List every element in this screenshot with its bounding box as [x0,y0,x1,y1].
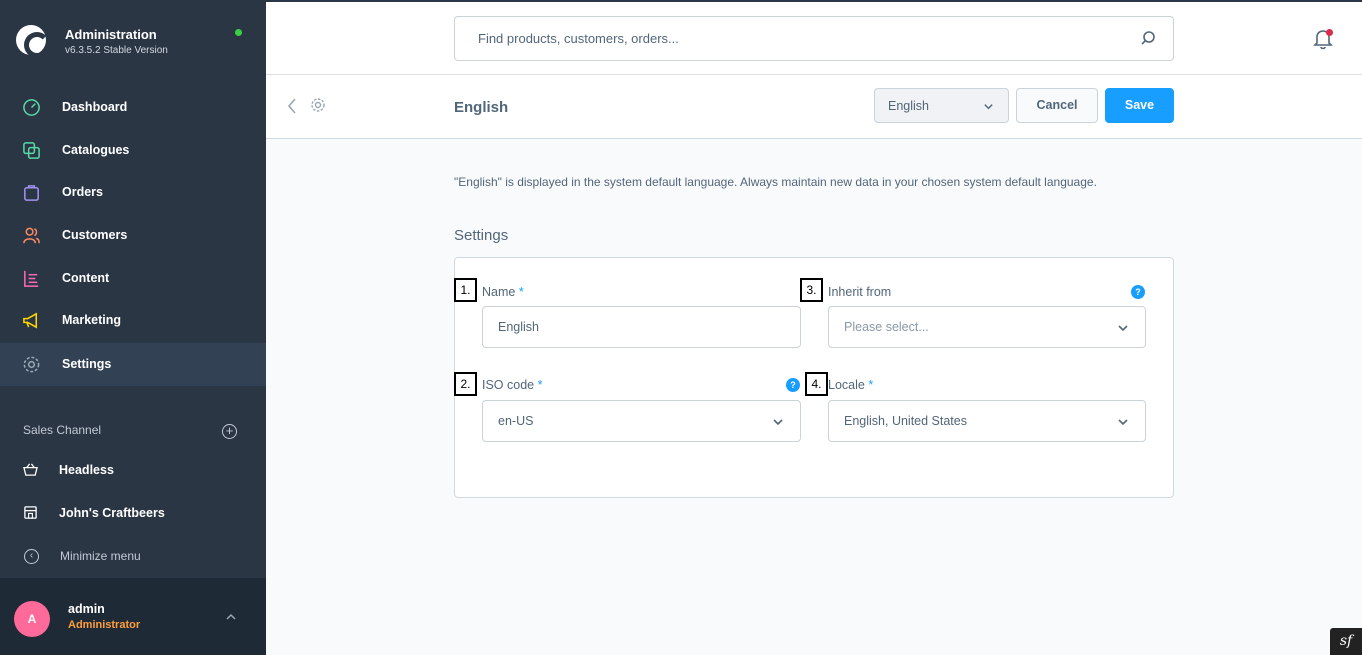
sidebar-item-headless[interactable]: Headless [0,450,266,490]
annotation-marker-4: 4. [805,372,828,396]
status-indicator [235,29,242,36]
sidebar-item-label: Catalogues [62,143,130,157]
page-title: English [454,99,509,116]
sidebar-item-label: Dashboard [62,100,128,114]
search-icon[interactable] [1140,30,1156,46]
iso-code-select[interactable]: en-US [482,400,801,442]
name-field[interactable]: English [482,306,801,348]
sidebar-item-label: Settings [62,357,112,371]
gear-icon [311,98,325,112]
user-menu[interactable]: A admin Administrator [0,578,266,655]
search-input[interactable]: Find products, customers, orders... [454,16,1174,61]
minimize-menu-label: Minimize menu [60,549,141,563]
marketing-icon [23,312,38,329]
required-marker: * [518,285,524,299]
chevron-down-icon [984,104,993,110]
sidebar-item-label: Marketing [62,313,122,327]
sidebar-item-label: Content [62,271,110,285]
language-switch-select[interactable]: English [874,88,1009,123]
required-marker: * [868,378,874,392]
language-switch-value: English [888,99,929,113]
chevron-down-icon [773,419,783,426]
locale-select[interactable]: English, United States [828,400,1146,442]
save-button[interactable]: Save [1105,88,1174,123]
sidebar-item-marketing[interactable]: Marketing [0,299,266,342]
chevron-up-icon[interactable] [226,612,236,622]
help-icon[interactable]: ? [1131,285,1145,299]
iso-code-label-text: ISO code [482,378,535,392]
sidebar-item-catalogues[interactable]: Catalogues [0,129,266,172]
brand-title: Administration [65,27,157,42]
name-label: Name * [482,285,524,299]
help-icon[interactable]: ? [786,378,800,392]
chevron-down-icon [1118,325,1128,332]
inherit-from-placeholder: Please select... [844,320,929,334]
inherit-from-label: Inherit from [828,285,892,299]
customers-icon [23,227,40,244]
sidebar-item-johns-craftbeers[interactable]: John's Craftbeers [0,493,266,533]
storefront-icon [24,506,37,519]
sales-channel-heading: Sales Channel [23,423,102,437]
sidebar-item-settings[interactable]: Settings [0,343,266,386]
locale-label: Locale * [828,378,873,392]
name-label-text: Name [482,285,516,299]
cancel-button[interactable]: Cancel [1016,88,1098,123]
sidebar-item-orders[interactable]: Orders [0,171,266,214]
top-bar: Find products, customers, orders... [266,0,1362,75]
sidebar: Administration v6.3.5.2 Stable Version D… [0,0,266,655]
minimize-menu-button[interactable]: ‹ Minimize menu [0,543,266,571]
search-placeholder: Find products, customers, orders... [478,31,679,46]
symfony-toolbar-icon[interactable]: sf [1330,628,1362,655]
user-name: admin [68,602,105,616]
sidebar-item-label: John's Craftbeers [59,506,165,520]
dashboard-icon [23,99,40,116]
annotation-marker-3: 3. [800,278,823,302]
sidebar-item-label: Headless [59,463,114,477]
locale-value: English, United States [844,414,967,428]
brand-header: Administration v6.3.5.2 Stable Version [0,0,266,78]
basket-icon [23,463,38,476]
smart-bar: English English Cancel Save [266,75,1362,139]
avatar: A [14,601,50,637]
sidebar-item-label: Orders [62,185,103,199]
settings-icon [23,356,40,373]
catalogues-icon [23,142,40,159]
brand-version: v6.3.5.2 Stable Version [65,45,168,56]
iso-code-value: en-US [498,414,534,428]
add-sales-channel-icon[interactable]: + [222,424,237,439]
inherit-from-select[interactable]: Please select... [828,306,1146,348]
locale-label-text: Locale [828,378,865,392]
required-marker: * [537,378,543,392]
sidebar-item-customers[interactable]: Customers [0,214,266,257]
chevron-left-icon: ‹ [24,549,39,564]
default-language-notice: "English" is displayed in the system def… [454,175,1097,189]
back-arrow-icon[interactable] [286,97,298,115]
shopware-logo[interactable] [16,25,50,58]
name-field-value: English [498,320,539,334]
settings-card-title: Settings [454,227,509,244]
sidebar-item-dashboard[interactable]: Dashboard [0,86,266,129]
iso-code-label: ISO code * [482,378,542,392]
chevron-down-icon [1118,419,1128,426]
sidebar-item-content[interactable]: Content [0,257,266,300]
annotation-marker-2: 2. [454,372,477,396]
orders-icon [24,185,39,201]
annotation-marker-1: 1. [454,278,477,302]
notification-badge [1326,29,1333,36]
sidebar-item-label: Customers [62,228,128,242]
user-role: Administrator [68,619,141,631]
content-icon [24,270,39,287]
